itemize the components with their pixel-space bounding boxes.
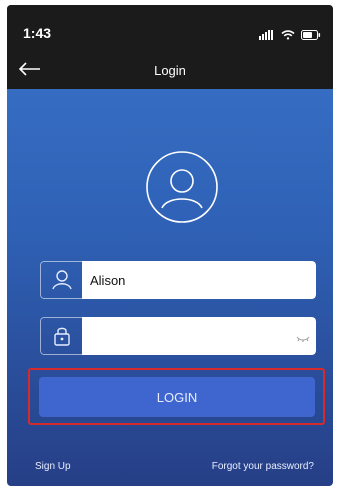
sign-up-link[interactable]: Sign Up xyxy=(35,461,71,472)
page-title: Login xyxy=(154,63,186,78)
battery-icon xyxy=(301,27,321,45)
password-field[interactable] xyxy=(40,317,316,355)
login-button[interactable]: LOGIN xyxy=(39,377,315,417)
nav-bar: Login xyxy=(7,51,333,89)
status-icons xyxy=(259,27,321,45)
status-bar: 1:43 xyxy=(7,5,333,51)
user-circle-icon xyxy=(145,150,219,224)
username-input[interactable]: Alison xyxy=(82,261,316,299)
status-time: 1:43 xyxy=(23,25,52,41)
user-icon xyxy=(40,261,82,299)
wifi-icon xyxy=(281,27,295,45)
signal-icon xyxy=(259,27,275,45)
forgot-password-link[interactable]: Forgot your password? xyxy=(212,461,314,472)
eye-closed-icon[interactable] xyxy=(296,331,310,346)
login-screen: 1:43 Login Alison LOGIN Sign Up Forgot y… xyxy=(7,5,333,486)
username-field[interactable]: Alison xyxy=(40,261,316,299)
lock-icon xyxy=(40,317,82,355)
password-input[interactable] xyxy=(82,317,316,355)
